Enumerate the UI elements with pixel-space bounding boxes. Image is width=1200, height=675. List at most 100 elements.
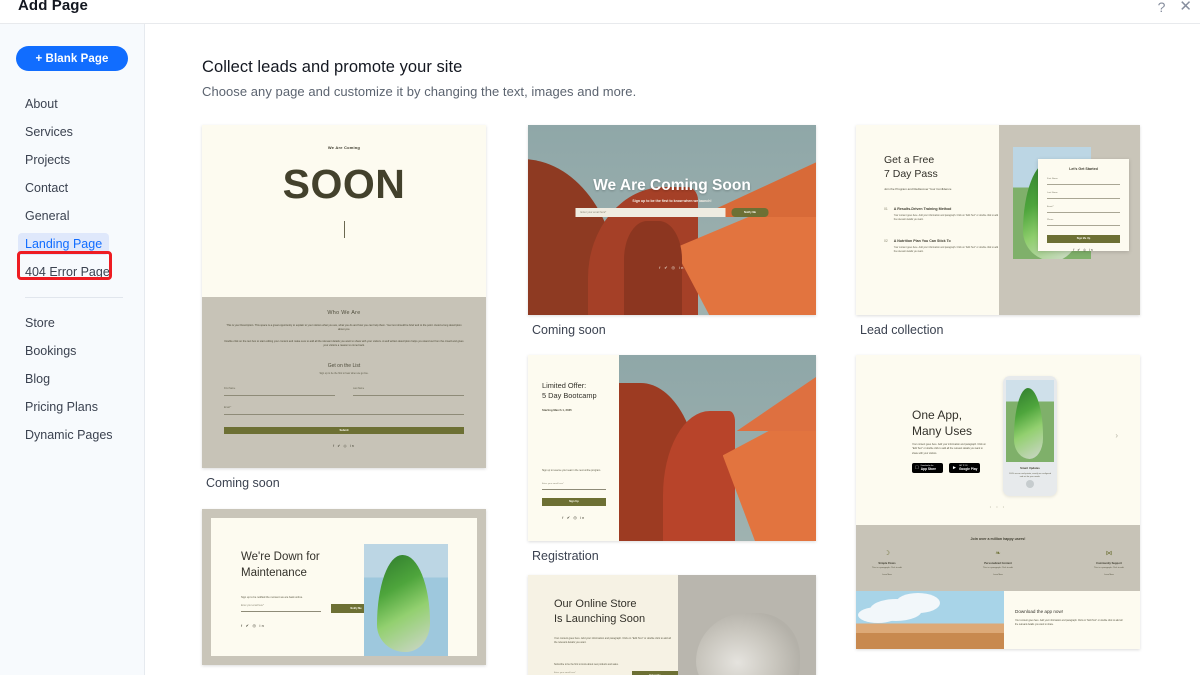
thumb-input-placeholder: Enter your email here* <box>554 672 576 674</box>
feature-item: ❧ Personalized Content This is a paragra… <box>967 550 1029 575</box>
thumb-body: Who We Are This is your Description. Thi… <box>202 296 486 468</box>
sidebar-nav: About Services Projects Contact General … <box>0 90 145 449</box>
thumb-headline: One App, Many Uses <box>912 407 972 440</box>
sidebar-item-about[interactable]: About <box>0 90 145 118</box>
google-play-badge-text: GET IT ON Google Play <box>959 465 977 472</box>
thumb-store-badges:  Download on the App Store ► GET IT ON … <box>912 463 980 473</box>
carousel-dots: • • • <box>989 504 1007 509</box>
social-icons: f ✔ ◎ in <box>1073 247 1094 252</box>
thumb-field-line <box>241 611 321 612</box>
feature-title: Personalized Content <box>984 561 1012 565</box>
template-card-label: Coming soon <box>206 476 280 490</box>
thumb-left-panel: Limited Offer: 5 Day Bootcamp Starting M… <box>528 355 619 541</box>
thumb-signup-form: Enter your email here* Notify Me <box>241 604 381 613</box>
thumb-field-last: Last Name <box>353 388 464 396</box>
thumb-inner: We're Down for Maintenance Sign up to be… <box>211 518 477 656</box>
sidebar-item-404-error-page[interactable]: 404 Error Page <box>0 258 145 286</box>
thumb-headline: Get a Free 7 Day Pass <box>884 153 999 181</box>
thumb-body-1: This is your Description. This space is … <box>226 323 462 331</box>
sidebar-item-pricing-plans[interactable]: Pricing Plans <box>0 393 145 421</box>
thumb-field-row: First Name Last Name <box>224 388 464 396</box>
thumb-subscribe-button: Subscribe <box>632 671 678 675</box>
thumb-field-line <box>353 394 464 396</box>
template-card-coming-soon-soon[interactable]: We Are Coming SOON Who We Are This is yo… <box>202 125 486 490</box>
thumb-phone-mockup: Smart Updates 100% secure and private, e… <box>1003 376 1057 496</box>
thumb-form-sub: Sign up to be the first to hear when we … <box>319 371 369 375</box>
thumb-headline: SOON <box>282 161 406 207</box>
blank-page-button[interactable]: + Blank Page <box>16 46 128 71</box>
arch-photo <box>618 355 816 541</box>
social-icons: f ✔ ◎ in <box>562 515 586 520</box>
topbar-actions: ? ✕ <box>1158 0 1192 14</box>
thumb-headline: Our Online Store Is Launching Soon <box>554 597 678 627</box>
google-play-badge: ► GET IT ON Google Play <box>949 463 980 473</box>
thumb-field-line <box>1047 197 1120 199</box>
thumb-signup-form: Enter your email here* Notify Me <box>575 208 769 217</box>
sidebar-item-landing-page[interactable]: Landing Page <box>0 230 145 258</box>
template-thumbnail: We Are Coming SOON Who We Are This is yo… <box>202 125 486 468</box>
sidebar-item-projects[interactable]: Projects <box>0 146 145 174</box>
sidebar-item-dynamic-pages[interactable]: Dynamic Pages <box>0 421 145 449</box>
thumb-headline-line1: We're Down for <box>241 551 320 563</box>
thumb-left-panel: Our Online Store Is Launching Soon Your … <box>528 575 678 675</box>
template-card-label: Registration <box>532 549 599 563</box>
app-store-badge:  Download on the App Store <box>912 463 943 473</box>
thumb-signup-form: Enter your email here* Subscribe <box>554 671 678 675</box>
thumb-hero-section: One App, Many Uses Your content goes her… <box>856 355 1140 525</box>
window-top-bar <box>0 0 1200 24</box>
thumb-email-input: Enter your email here* <box>241 605 321 612</box>
thumb-item-number: 01 <box>884 207 888 212</box>
close-icon[interactable]: ✕ <box>1179 0 1192 14</box>
app-store-badge-text: Download on the App Store <box>921 465 936 472</box>
sidebar-item-contact[interactable]: Contact <box>0 174 145 202</box>
template-card-coming-soon-arch[interactable]: We Are Coming Soon Sign up to be the fir… <box>528 125 816 337</box>
sidebar-item-bookings[interactable]: Bookings <box>0 337 145 365</box>
thumb-headline-line1: Our Online Store <box>554 598 637 610</box>
sidebar-item-label: Services <box>25 125 73 139</box>
template-thumbnail: One App, Many Uses Your content goes her… <box>856 355 1140 649</box>
template-card-registration[interactable]: Limited Offer: 5 Day Bootcamp Starting M… <box>528 355 816 563</box>
template-card-app-landing[interactable]: One App, Many Uses Your content goes her… <box>856 355 1140 649</box>
thumb-headline-line2: Maintenance <box>241 566 307 579</box>
feature-link: Learn More <box>882 573 892 576</box>
thumb-left-panel: Get a Free 7 Day Pass Join the Program a… <box>856 125 1002 315</box>
thumb-field-last: Last Name <box>1047 192 1120 199</box>
thumb-list-item: 01 A Results-Driven Training Method Your… <box>884 207 1001 223</box>
template-thumbnail: Limited Offer: 5 Day Bootcamp Starting M… <box>528 355 816 541</box>
thumb-headline-line1: Limited Offer: <box>542 381 587 390</box>
sidebar-item-store[interactable]: Store <box>0 309 145 337</box>
thumb-field-line <box>224 394 335 396</box>
sidebar-item-general[interactable]: General <box>0 202 145 230</box>
sidebar-item-services[interactable]: Services <box>0 118 145 146</box>
phone-screen-photo <box>1006 380 1054 462</box>
thumb-field-label: Last Name <box>353 387 365 390</box>
thumb-field-phone: Phone <box>1047 219 1120 227</box>
thumb-field-label: Last Name <box>1047 191 1058 194</box>
thumb-headline-line1: One App, <box>912 408 963 422</box>
feature-item: ⋈ Community Support This is a paragraph.… <box>1078 550 1140 576</box>
thumb-item-body: Your content goes here. Add your informa… <box>893 246 1002 253</box>
thumb-body: Your content goes here. Add your informa… <box>912 443 986 455</box>
feature-link: Learn More <box>1104 573 1114 576</box>
thumb-right-panel: Let's Get Started First Name Last Name E… <box>999 125 1140 315</box>
thumb-submit-button: Sign Up <box>542 497 606 506</box>
thumb-item-title: A Results-Driven Training Method <box>893 207 952 212</box>
main-content: Collect leads and promote your site Choo… <box>145 24 1200 675</box>
sidebar-item-label: Pricing Plans <box>25 400 98 414</box>
help-icon[interactable]: ? <box>1158 0 1166 14</box>
sidebar-item-label: About <box>25 97 58 111</box>
template-thumbnail: Our Online Store Is Launching Soon Your … <box>528 575 816 675</box>
thumb-hero-image <box>528 125 816 315</box>
template-card-store-launch[interactable]: Our Online Store Is Launching Soon Your … <box>528 575 816 675</box>
sidebar-item-blog[interactable]: Blog <box>0 365 145 393</box>
sidebar-item-label: Dynamic Pages <box>25 428 113 442</box>
template-card-maintenance[interactable]: We're Down for Maintenance Sign up to be… <box>202 509 486 665</box>
template-card-lead-collection[interactable]: Get a Free 7 Day Pass Join the Program a… <box>856 125 1140 337</box>
thumb-headline-line2: 7 Day Pass <box>884 168 938 181</box>
thumb-subtitle: Join the Program and Rediscover Your Con… <box>884 187 952 192</box>
thumb-input-placeholder: Enter your email here* <box>542 482 564 485</box>
thumb-section-title: Who We Are <box>327 309 361 316</box>
thumb-email-input: Enter your email here* <box>542 483 606 490</box>
thumb-signup-block: Sign up to reserve your seat in the next… <box>542 469 606 520</box>
thumb-field-line <box>1047 184 1120 185</box>
